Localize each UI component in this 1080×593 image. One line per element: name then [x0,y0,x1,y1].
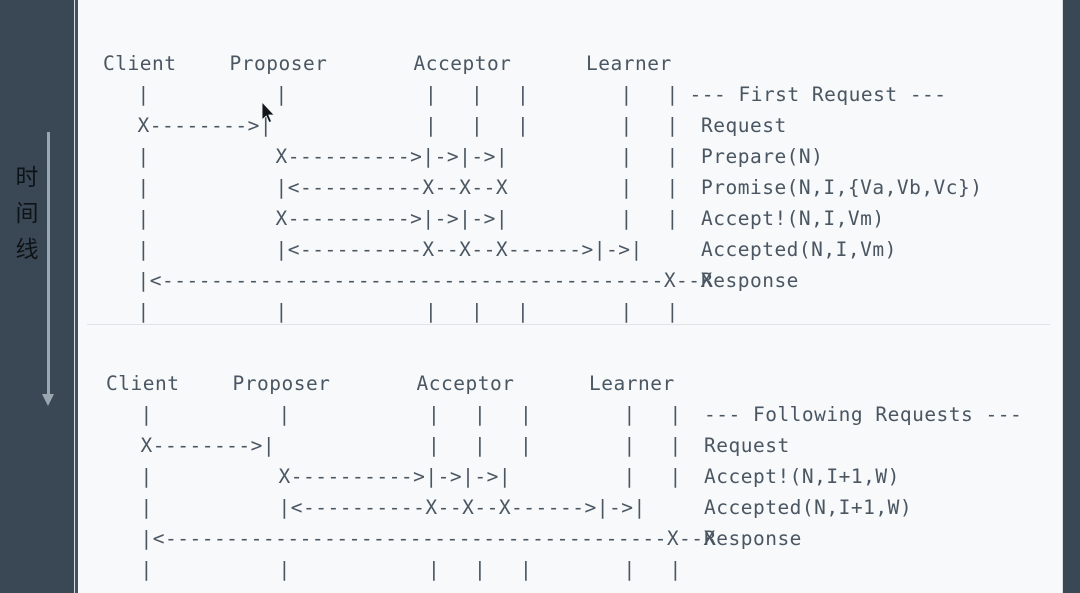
diagram-glyphs: | [137,144,150,168]
message-label: Promise(N,I,{Va,Vb,Vc}) [701,175,983,199]
diagram-glyphs: X---------->|->|->| [278,464,512,488]
message-label: Request [701,113,787,137]
diagram-glyphs: |<----------X--X--X------>|->| [275,237,643,261]
section-annotation: --- Following Requests --- [704,402,1023,426]
diagram-glyphs: | [425,82,438,106]
message-label: Accept!(N,I,Vm) [701,206,885,230]
diagram-glyphs: | [140,402,153,426]
column-header-learner: Learner [586,51,672,75]
diagram-glyphs: | [666,206,679,230]
diagram-glyphs: | [620,113,633,137]
diagram-glyphs: | [137,206,150,230]
diagram-glyphs: X---------->|->|->| [275,144,509,168]
diagram-card: Client Proposer Acceptor Learner | | | | | | | --- … [75,0,1062,593]
diagram-glyphs: | [666,144,679,168]
diagram-glyphs: | [520,402,533,426]
diagram-glyphs: | [623,433,636,457]
column-header-client: Client [103,51,177,75]
diagram-glyphs: | [471,82,484,106]
panel-divider [87,324,1050,325]
diagram-glyphs: |<----------X--X--X------>|->| [278,495,646,519]
diagram-glyphs: | [666,113,679,137]
diagram-glyphs: | [471,113,484,137]
diagram-glyphs: | [137,237,150,261]
diagram-glyphs: |<----------X--X--X [275,175,509,199]
message-label: Accepted(N,I+1,W) [704,495,913,519]
diagram-glyphs: |<--------------------------------------… [140,526,716,550]
diagram-glyphs: | [137,175,150,199]
diagram-glyphs: | [517,82,530,106]
diagram-glyphs: | [620,206,633,230]
diagram-glyphs: | [275,299,288,323]
diagram-glyphs: | [474,402,487,426]
diagram-glyphs: | [620,144,633,168]
timeline-gutter: 时间线 [0,0,75,593]
diagram-glyphs: | [620,82,633,106]
timeline-arrow-shaft [47,132,50,397]
diagram-glyphs: | [474,433,487,457]
diagram-glyphs: | [471,299,484,323]
message-label: Response [704,526,802,550]
diagram-glyphs: | [666,299,679,323]
diagram-glyphs: | [425,113,438,137]
diagram-glyphs: X---------->|->|->| [275,206,509,230]
diagram-glyphs: | [623,464,636,488]
diagram-glyphs: | [517,113,530,137]
column-header-client: Client [106,371,180,395]
diagram-glyphs: X-------->| [137,113,273,137]
column-header-learner: Learner [589,371,675,395]
diagram-glyphs: | [140,495,153,519]
diagram-glyphs: | [278,402,291,426]
message-label: Request [704,433,790,457]
diagram-glyphs: | [666,82,679,106]
diagram-glyphs: | [666,175,679,199]
diagram-glyphs: | [137,299,150,323]
timeline-arrow-head-icon [42,394,54,406]
screenshot-root: 时间线 Client Proposer Acceptor Learner | | | | | | |… [0,0,1080,593]
diagram-glyphs: | [428,402,441,426]
diagram-glyphs: | [620,299,633,323]
diagram-glyphs: | [140,464,153,488]
column-header-proposer: Proposer [229,51,328,75]
diagram-glyphs: | [140,557,153,581]
diagram-glyphs: | [278,557,291,581]
diagram-glyphs: | [623,557,636,581]
diagram-glyphs: | [520,433,533,457]
diagram-glyphs: X-------->| [140,433,276,457]
column-header-acceptor: Acceptor [416,371,515,395]
diagram-glyphs: | [520,557,533,581]
timeline-label: 时间线 [15,165,39,263]
diagram-glyphs: | [137,82,150,106]
diagram-glyphs: | [474,557,487,581]
diagram-glyphs: | [428,433,441,457]
message-label: Accepted(N,I,Vm) [701,237,897,261]
diagram-glyphs: | [623,402,636,426]
diagram-glyphs: | [428,557,441,581]
card-left-edge [75,0,78,593]
column-header-acceptor: Acceptor [413,51,512,75]
diagram-glyphs: | [669,464,682,488]
diagram-glyphs: | [669,557,682,581]
diagram-glyphs: | [669,433,682,457]
diagram-glyphs: | [517,299,530,323]
message-label: Response [701,268,799,292]
column-header-proposer: Proposer [232,371,331,395]
diagram-glyphs: | [669,402,682,426]
diagram-glyphs: |<--------------------------------------… [137,268,713,292]
diagram-glyphs: | [620,175,633,199]
diagram-glyphs: | [425,299,438,323]
section-annotation: --- First Request --- [689,82,947,106]
message-label: Prepare(N) [701,144,824,168]
diagram-glyphs: | [275,82,288,106]
message-label: Accept!(N,I+1,W) [704,464,900,488]
